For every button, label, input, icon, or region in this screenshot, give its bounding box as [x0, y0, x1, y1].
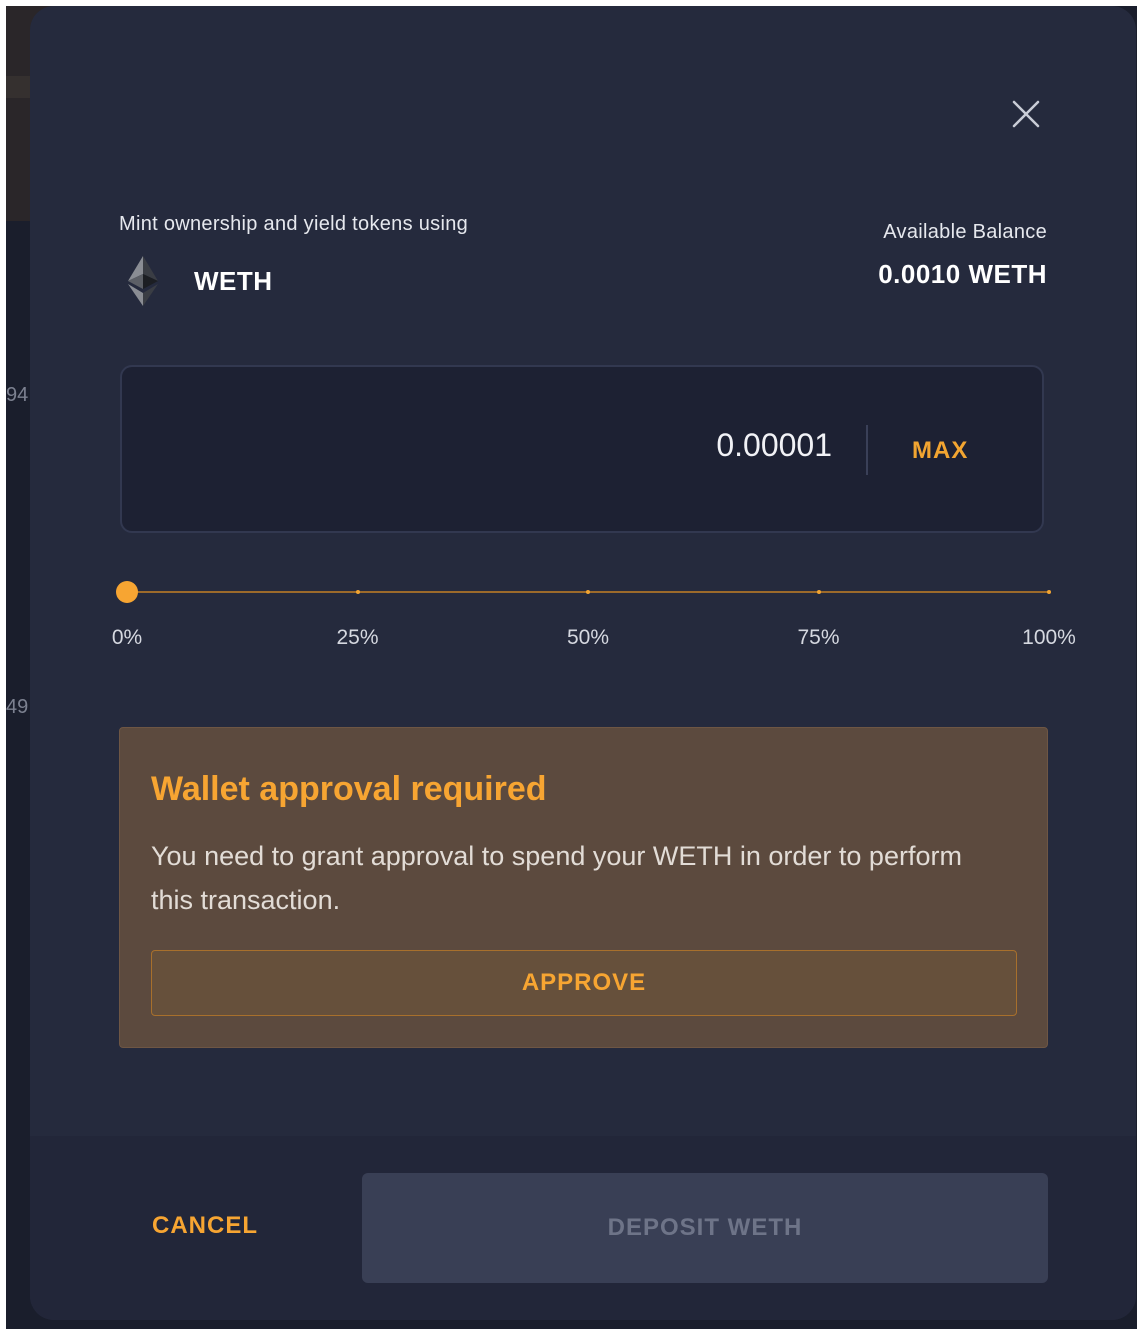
amount-slider[interactable]	[116, 580, 1051, 604]
slider-thumb[interactable]	[116, 581, 138, 603]
mint-modal: Mint ownership and yield tokens using WE…	[30, 6, 1136, 1320]
token-name: WETH	[194, 265, 273, 296]
amount-divider	[866, 425, 868, 475]
slider-tick	[586, 590, 590, 594]
max-button[interactable]: MAX	[912, 437, 968, 465]
approval-description: You need to grant approval to spend your…	[151, 841, 962, 915]
slider-label[interactable]: 0%	[112, 626, 142, 650]
modal-footer: CANCEL DEPOSIT WETH	[30, 1136, 1136, 1320]
slider-label[interactable]: 50%	[567, 626, 609, 650]
ethereum-icon	[128, 256, 158, 306]
deposit-button[interactable]: DEPOSIT WETH	[362, 1173, 1048, 1283]
available-balance-label: Available Balance	[883, 221, 1047, 243]
close-icon	[1012, 100, 1040, 128]
amount-input[interactable]	[432, 427, 832, 464]
slider-label[interactable]: 100%	[1022, 626, 1076, 650]
approval-title: Wallet approval required	[151, 770, 547, 808]
background-number: 49	[6, 696, 29, 718]
slider-tick	[816, 590, 821, 594]
cancel-button[interactable]: CANCEL	[152, 1212, 258, 1240]
slider-label[interactable]: 75%	[797, 626, 839, 650]
mint-intro-text: Mint ownership and yield tokens using	[119, 213, 469, 235]
slider-tick	[1047, 590, 1051, 594]
slider-labels: 0% 25% 50% 75% 100%	[112, 626, 1076, 656]
token-selector: WETH	[126, 256, 273, 306]
amount-field-container: MAX	[120, 365, 1044, 533]
background-number: 94	[6, 384, 29, 406]
slider-label[interactable]: 25%	[336, 626, 378, 650]
available-balance-value: 0.0010 WETH	[878, 259, 1047, 289]
wallet-approval-card: Wallet approval required You need to gra…	[119, 727, 1048, 1048]
slider-tick	[355, 590, 360, 594]
close-button[interactable]	[1008, 96, 1044, 132]
approve-button[interactable]: APPROVE	[151, 950, 1017, 1016]
